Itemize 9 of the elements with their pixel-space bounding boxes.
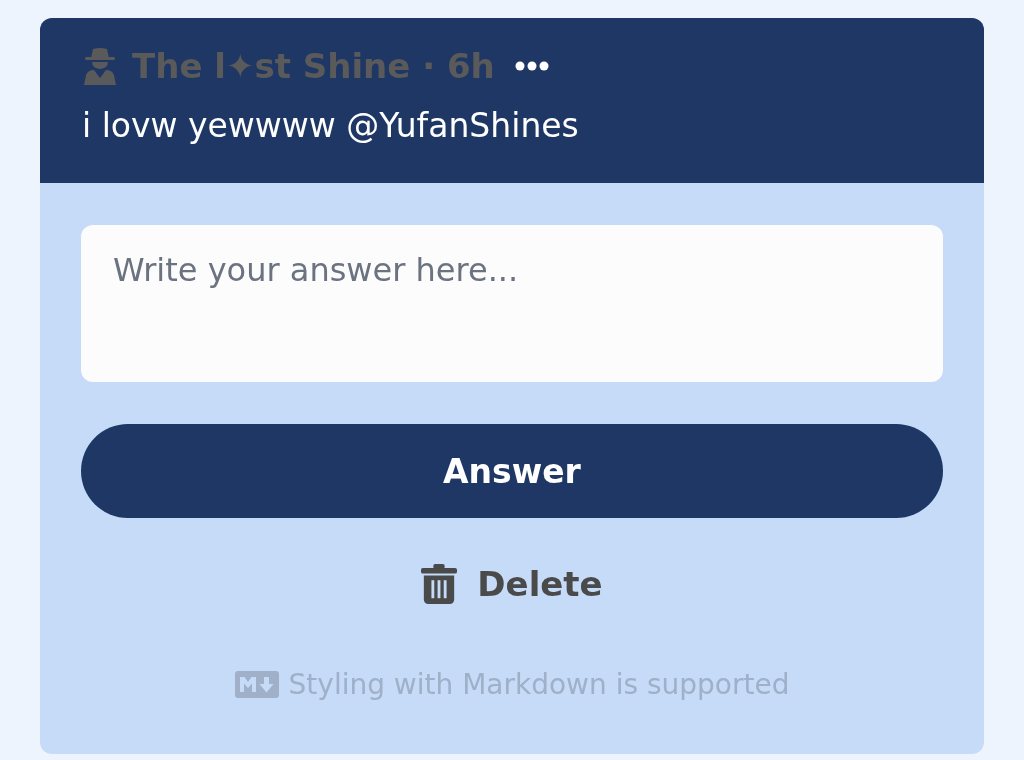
- markdown-icon: [234, 671, 279, 698]
- trash-icon: [421, 564, 458, 604]
- answer-field[interactable]: Write your answer here...: [81, 225, 943, 382]
- spy-icon: [82, 47, 118, 85]
- delete-button[interactable]: Delete: [421, 564, 603, 604]
- more-icon[interactable]: [514, 61, 549, 71]
- post-title: The l✦st Shine · 6h: [132, 46, 495, 86]
- answer-button[interactable]: Answer: [81, 424, 943, 518]
- post-message: i lovw yewwww @YufanShines: [82, 105, 580, 147]
